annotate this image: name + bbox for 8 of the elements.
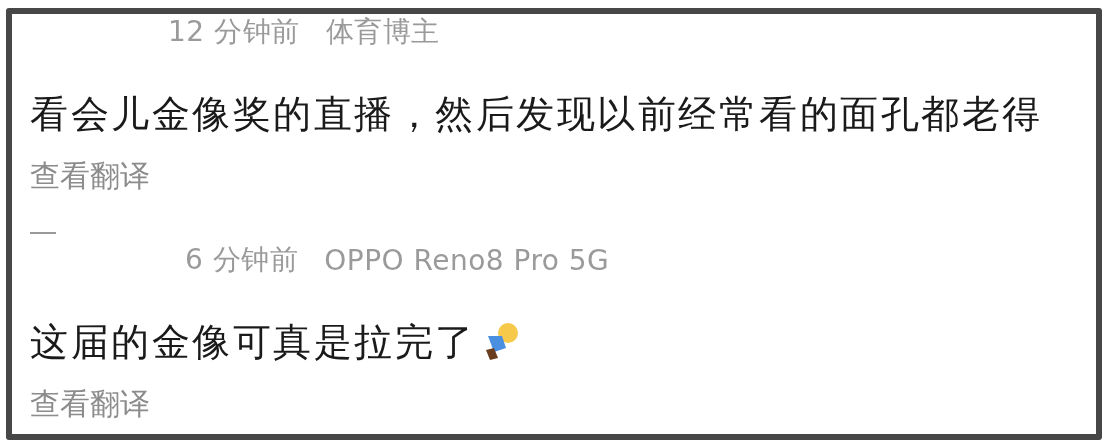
comment-source: 体育博主 — [325, 14, 440, 50]
comment-time: 6 分钟前 — [185, 242, 299, 278]
translate-link[interactable]: 查看翻译 — [30, 384, 150, 420]
translate-link[interactable]: 查看翻译 — [30, 156, 150, 192]
comment-time: 12 分钟前 — [168, 14, 300, 50]
comment-text: 这届的金像可真是拉完了 — [30, 318, 476, 366]
comment-source: OPPO Reno8 Pro 5G — [324, 243, 610, 277]
comment-text: 看会儿金像奖的直播，然后发现以前经常看的面孔都老得 — [30, 90, 1043, 138]
